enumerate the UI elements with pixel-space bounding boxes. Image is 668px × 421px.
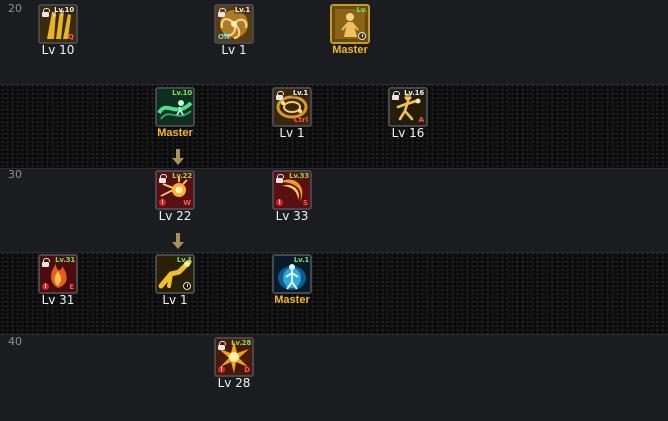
hotkey-label: Ctrl <box>293 116 308 124</box>
level-row-35 <box>0 252 668 334</box>
blue-aura-figure-icon[interactable]: Lv.1 <box>272 254 312 294</box>
skill-slot[interactable]: Lv.33 ! S Lv 33 <box>272 170 312 226</box>
skill-slot[interactable]: Lv.1 Ctrl Lv 1 <box>272 87 312 143</box>
skill-tree: 20 30 40 Lv.10 Q Lv 10 Lv.1 ON Lv 1 Lv. … <box>0 0 668 421</box>
level-requirement: Lv.10 <box>172 89 192 97</box>
prerequisite-arrow <box>172 233 184 249</box>
skill-slot[interactable]: Lv.1 Master <box>272 254 312 310</box>
toggle-on-label: ON <box>218 33 230 41</box>
level-requirement: Lv.16 <box>403 89 425 97</box>
skill-level: Lv 16 <box>391 126 425 140</box>
level-requirement: Lv.22 <box>172 172 192 180</box>
skill-slot[interactable]: Lv.31 ! E Lv 31 <box>38 254 78 310</box>
skill-master-label: Master <box>274 294 310 306</box>
hotkey-label: Q <box>68 33 74 41</box>
level-row-40: 40 <box>0 334 668 421</box>
skill-slot[interactable]: Lv.16 A Lv 16 <box>388 87 428 143</box>
level-requirement: Lv.31 <box>55 256 75 264</box>
red-crescent-icon[interactable]: Lv.33 ! S <box>272 170 312 210</box>
level-requirement: Lv.10 <box>53 6 75 14</box>
skill-level: Lv 28 <box>217 376 251 390</box>
robed-figure-icon[interactable]: Lv. <box>330 4 370 44</box>
row-divider <box>0 252 668 253</box>
skill-slot[interactable]: Lv.22 ! W Lv 22 <box>155 170 195 226</box>
green-wave-icon[interactable]: Lv.10 <box>155 87 195 127</box>
cooldown-clock-icon <box>358 32 366 40</box>
skill-level: Lv 31 <box>41 293 75 307</box>
skill-slot[interactable]: Lv.10 Q Lv 10 <box>38 4 78 60</box>
row-divider <box>0 168 668 169</box>
warning-icon: ! <box>218 366 225 373</box>
hotkey-label: D <box>244 366 250 374</box>
skill-level: Lv 1 <box>162 293 188 307</box>
red-burst-icon[interactable]: Lv.22 ! W <box>155 170 195 210</box>
skill-slot[interactable]: Lv. Master <box>330 4 370 60</box>
skill-master-label: Master <box>332 44 368 56</box>
lock-icon <box>41 8 50 17</box>
skill-slot[interactable]: Lv.28 ! D Lv 28 <box>214 337 254 393</box>
yellow-claw-icon[interactable]: Lv.10 Q <box>38 4 78 44</box>
gold-explosion-icon[interactable]: Lv.28 ! D <box>214 337 254 377</box>
row-divider <box>0 84 668 85</box>
level-row-30: 30 <box>0 168 668 252</box>
hotkey-label: E <box>69 283 74 291</box>
skill-level: Lv 33 <box>275 209 309 223</box>
lock-icon <box>41 258 50 267</box>
lock-icon <box>275 174 284 183</box>
yellow-kick-icon[interactable]: Lv.1 <box>155 254 195 294</box>
lock-icon <box>217 341 226 350</box>
level-label: 40 <box>8 335 22 348</box>
hotkey-label: A <box>418 116 424 124</box>
level-requirement: Lv.1 <box>176 256 192 264</box>
level-requirement: Lv. <box>356 6 367 14</box>
yellow-swirl-icon[interactable]: Lv.1 Ctrl <box>272 87 312 127</box>
skill-level: Lv 1 <box>221 43 247 57</box>
warning-icon: ! <box>276 199 283 206</box>
skill-level: Lv 1 <box>279 126 305 140</box>
hotkey-label: S <box>302 199 308 207</box>
skill-level: Lv 22 <box>158 209 192 223</box>
level-requirement: Lv.28 <box>231 339 251 347</box>
level-requirement: Lv.1 <box>291 89 309 97</box>
level-requirement: Lv.33 <box>289 172 309 180</box>
running-figure-icon[interactable]: Lv.16 A <box>388 87 428 127</box>
lock-icon <box>391 91 400 100</box>
prerequisite-arrow <box>172 149 184 165</box>
hotkey-label: W <box>183 199 191 207</box>
skill-slot[interactable]: Lv.10 Master <box>155 87 195 143</box>
skill-slot[interactable]: Lv.1 ON Lv 1 <box>214 4 254 60</box>
skill-slot[interactable]: Lv.1 Lv 1 <box>155 254 195 310</box>
row-divider <box>0 334 668 335</box>
level-requirement: Lv.1 <box>293 256 309 264</box>
level-requirement: Lv.1 <box>233 6 251 14</box>
skill-master-label: Master <box>157 127 193 139</box>
cooldown-clock-icon <box>183 282 191 290</box>
warning-icon: ! <box>159 199 166 206</box>
red-flame-icon[interactable]: Lv.31 ! E <box>38 254 78 294</box>
spiral-vortex-icon[interactable]: Lv.1 ON <box>214 4 254 44</box>
lock-icon <box>275 91 284 100</box>
level-label: 20 <box>8 2 22 15</box>
level-label: 30 <box>8 168 22 181</box>
level-row-25 <box>0 84 668 168</box>
warning-icon: ! <box>42 283 49 290</box>
lock-icon <box>217 8 226 17</box>
lock-icon <box>158 174 167 183</box>
skill-level: Lv 10 <box>41 43 75 57</box>
